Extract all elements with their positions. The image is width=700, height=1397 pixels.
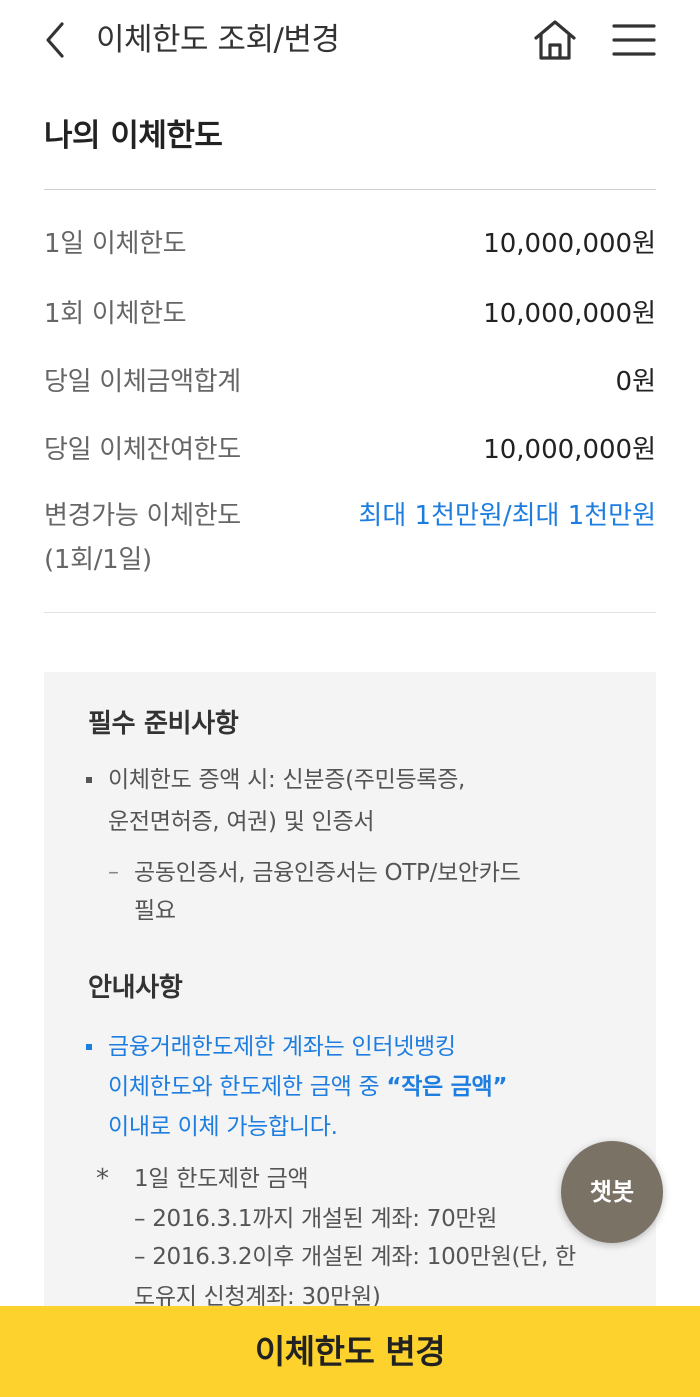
changeable-limit-label: 변경가능 이체한도 <box>44 501 241 531</box>
per-transfer-limit-label: 1회 이체한도 <box>44 299 187 329</box>
notice-emphasis: “작은 금액” <box>386 1074 508 1100</box>
chatbot-button[interactable]: 챗봇 <box>561 1141 663 1243</box>
notice-detail-2: – 2016.3.2이후 개설된 계좌: 100만원(단, 한 <box>134 1244 576 1270</box>
hamburger-menu-icon <box>612 24 656 56</box>
notice-star-title: 1일 한도제한 금액 <box>134 1166 309 1192</box>
notice-item-line2: 이체한도와 한도제한 금액 중 “작은 금액” <box>108 1070 507 1104</box>
menu-button[interactable] <box>608 18 660 62</box>
divider <box>44 189 656 190</box>
bullet-icon <box>86 1044 92 1050</box>
notice-title: 안내사항 <box>88 973 183 1003</box>
change-limit-button-label: 이체한도 변경 <box>254 1332 446 1371</box>
today-remaining-label: 당일 이체잔여한도 <box>44 435 241 465</box>
app-header: 이체한도 조회/변경 <box>0 0 700 82</box>
today-total-label: 당일 이체금액합계 <box>44 367 241 397</box>
daily-limit-label: 1일 이체한도 <box>44 229 187 259</box>
page-title: 이체한도 조회/변경 <box>96 22 340 58</box>
asterisk-icon: * <box>96 1164 109 1194</box>
dash-icon: – <box>108 860 119 885</box>
home-button[interactable] <box>530 16 580 64</box>
prep-item-line1: 이체한도 증액 시: 신분증(주민등록증, <box>108 767 466 793</box>
section-title: 나의 이체한도 <box>44 118 223 154</box>
home-icon <box>534 20 576 60</box>
back-button[interactable] <box>36 18 80 62</box>
divider <box>44 612 656 613</box>
notice-detail-1: – 2016.3.1까지 개설된 계좌: 70만원 <box>134 1206 498 1232</box>
changeable-limit-value: 최대 1천만원/최대 1천만원 <box>358 501 656 531</box>
change-limit-button[interactable]: 이체한도 변경 <box>0 1306 700 1397</box>
today-total-value: 0원 <box>615 367 656 397</box>
changeable-limit-label-sub: (1회/1일) <box>44 545 152 575</box>
notice-item-line1: 금융거래한도제한 계좌는 인터넷뱅킹 <box>108 1034 456 1060</box>
prep-sub-line2: 필요 <box>134 898 176 924</box>
prep-item-line2: 운전면허증, 여권) 및 인증서 <box>108 809 375 835</box>
chatbot-label: 챗봇 <box>589 1178 635 1206</box>
bullet-icon <box>86 777 92 783</box>
per-transfer-limit-value: 10,000,000원 <box>483 299 656 329</box>
prep-sub-line1: 공동인증서, 금융인증서는 OTP/보안카드 <box>134 860 521 886</box>
notice-item-line2-prefix: 이체한도와 한도제한 금액 중 <box>108 1074 387 1100</box>
prep-title: 필수 준비사항 <box>88 709 239 739</box>
today-remaining-value: 10,000,000원 <box>483 435 656 465</box>
notice-item-line3: 이내로 이체 가능합니다. <box>108 1114 338 1140</box>
chevron-left-icon <box>46 22 64 58</box>
daily-limit-value: 10,000,000원 <box>483 229 656 259</box>
